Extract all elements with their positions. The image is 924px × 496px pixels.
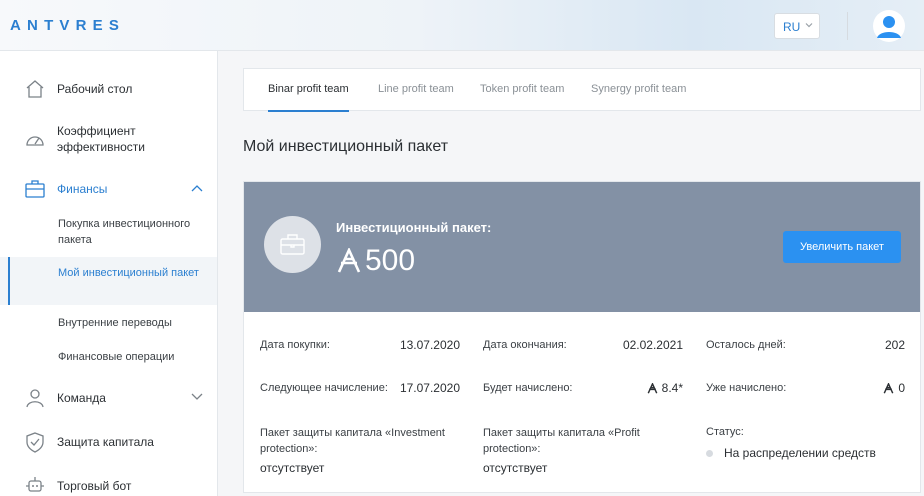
sidebar-item-team[interactable]: Команда — [0, 386, 218, 410]
robot-icon — [26, 477, 44, 492]
next-accrual-label: Следующее начисление: — [260, 382, 388, 394]
accrued-amount: 0 — [898, 381, 905, 395]
sidebar-subitem-my-package[interactable]: Мой инвестиционный пакет — [0, 257, 217, 305]
tab-binar-profit-team[interactable]: Binar profit team — [268, 83, 349, 112]
status-value: На распределении средств — [724, 446, 876, 460]
sidebar-item-finance[interactable]: Финансы — [0, 177, 218, 201]
active-indicator — [8, 257, 10, 305]
sidebar-item-label: Финансы — [57, 182, 108, 196]
sidebar-subitem-label: Финансовые операции — [58, 351, 175, 363]
sidebar-item-efficiency[interactable]: Коэффициент эффективности — [0, 123, 218, 157]
speedometer-icon — [26, 136, 44, 146]
sidebar-subitem-label: Мой инвестиционный пакет — [58, 267, 199, 279]
tab-line-profit-team[interactable]: Line profit team — [378, 83, 454, 95]
sidebar-item-capital-protection[interactable]: Защита капитала — [0, 430, 218, 454]
sidebar-item-trading-bot[interactable]: Торговый бот — [0, 474, 218, 496]
briefcase-icon — [280, 234, 305, 255]
end-date-label: Дата окончания: — [483, 339, 567, 351]
purchase-date-value: 13.07.2020 — [399, 338, 460, 352]
sidebar-item-label: Коэффициент эффективности — [57, 124, 146, 154]
page-title: Мой инвестиционный пакет — [243, 138, 449, 155]
top-header: ANTVRES RU — [0, 0, 924, 51]
package-summary: Инвестиционный пакет: 500 Увеличить паке… — [244, 182, 920, 312]
end-date-value: 02.02.2021 — [622, 338, 683, 352]
sidebar-item-label: Защита капитала — [57, 435, 154, 449]
user-icon — [26, 389, 44, 408]
sidebar-subitem-label: Внутренние переводы — [58, 317, 172, 329]
currency-icon — [883, 382, 894, 393]
currency-icon — [337, 248, 361, 273]
next-accrual-value: 17.07.2020 — [399, 381, 460, 395]
user-avatar-icon[interactable] — [873, 10, 905, 42]
package-amount: 500 — [336, 244, 415, 278]
sidebar-subitem-buy-package[interactable]: Покупка инвестиционного пакета — [0, 214, 217, 254]
profit-protection-value: отсутствует — [483, 461, 548, 475]
logo[interactable]: ANTVRES — [10, 17, 125, 34]
days-left-label: Осталось дней: — [706, 339, 786, 351]
language-select[interactable]: RU — [774, 13, 820, 39]
briefcase-icon — [25, 180, 45, 198]
purchase-date-label: Дата покупки: — [260, 339, 330, 351]
status-indicator — [706, 450, 713, 457]
investment-protection-label: Пакет защиты капитала «Investment protec… — [260, 427, 445, 455]
currency-icon — [647, 382, 658, 393]
sidebar-item-label: Команда — [57, 391, 106, 405]
package-card: Инвестиционный пакет: 500 Увеличить паке… — [243, 181, 921, 493]
package-icon-circle — [264, 216, 321, 273]
sidebar: Рабочий стол Коэффициент эффективности Ф… — [0, 51, 218, 496]
accrued-label: Уже начислено: — [706, 382, 787, 394]
package-label: Инвестиционный пакет: — [336, 220, 492, 235]
will-accrue-amount: 8.4* — [661, 381, 683, 395]
package-amount-value: 500 — [365, 244, 416, 277]
home-icon — [26, 80, 44, 98]
sidebar-item-label: Торговый бот — [57, 479, 132, 493]
investment-protection-value: отсутствует — [260, 461, 325, 475]
will-accrue-label: Будет начислено: — [483, 382, 573, 394]
sidebar-subitem-internal-transfers[interactable]: Внутренние переводы — [0, 315, 217, 333]
profit-protection-label: Пакет защиты капитала «Profit protection… — [483, 427, 640, 455]
status-label: Статус: — [706, 426, 744, 438]
sidebar-subitem-financial-operations[interactable]: Финансовые операции — [0, 349, 217, 367]
accrued-value: 0 — [844, 381, 905, 395]
chevron-up-icon — [191, 185, 203, 192]
sidebar-item-label: Рабочий стол — [57, 82, 133, 96]
team-tabs: Binar profit team Line profit team Token… — [243, 68, 921, 112]
increase-package-button[interactable]: Увеличить пакет — [783, 231, 901, 263]
will-accrue-value: 8.4* — [604, 381, 683, 395]
header-divider — [847, 12, 848, 40]
language-value: RU — [783, 20, 801, 34]
sidebar-subitem-label: Покупка инвестиционного пакета — [58, 218, 191, 246]
days-left-value: 202 — [884, 338, 905, 352]
tab-token-profit-team[interactable]: Token profit team — [480, 83, 564, 95]
chevron-down-icon — [805, 23, 813, 28]
shield-icon — [26, 432, 44, 453]
chevron-down-icon — [191, 393, 203, 400]
sidebar-item-dashboard[interactable]: Рабочий стол — [0, 77, 218, 101]
tab-synergy-profit-team[interactable]: Synergy profit team — [591, 83, 686, 95]
